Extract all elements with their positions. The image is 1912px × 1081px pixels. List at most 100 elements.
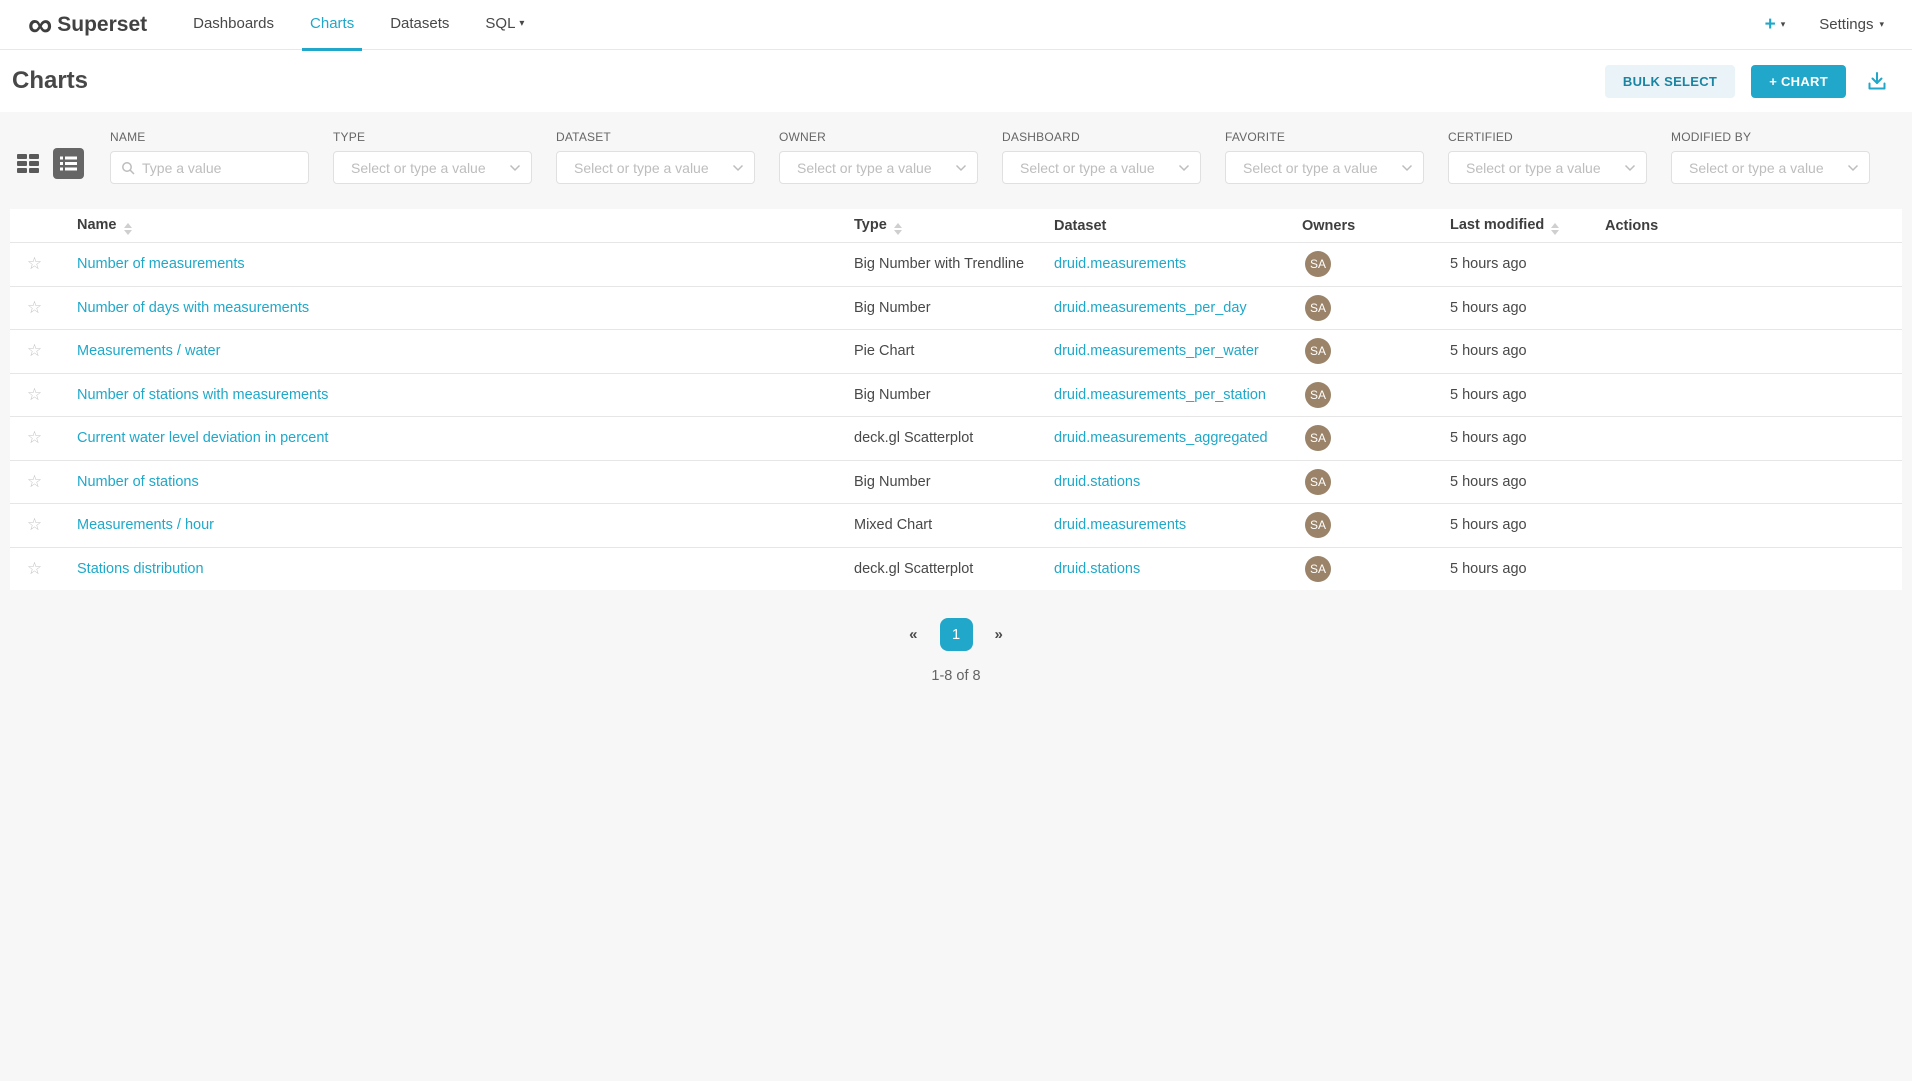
sort-icon[interactable] — [894, 223, 902, 235]
filter-input[interactable]: Select or type a value — [333, 151, 532, 184]
favorite-star-icon[interactable]: ☆ — [27, 341, 42, 360]
chart-type: Mixed Chart — [854, 517, 932, 533]
nav-item[interactable]: Charts — [292, 0, 372, 50]
dataset-link[interactable]: druid.measurements — [1054, 256, 1186, 272]
last-modified: 5 hours ago — [1450, 300, 1527, 316]
chevron-down-icon — [1624, 164, 1636, 172]
favorite-star-icon[interactable]: ☆ — [27, 559, 42, 578]
pagination-prev-button[interactable]: « — [901, 622, 925, 647]
filter-input[interactable]: Select or type a value — [1002, 151, 1201, 184]
nav-item-label: Dashboards — [193, 15, 274, 32]
column-header-owners: Owners — [1302, 218, 1450, 234]
dataset-link[interactable]: druid.measurements_per_station — [1054, 387, 1266, 403]
card-view-icon[interactable] — [17, 154, 39, 173]
filter-placeholder: Select or type a value — [1020, 160, 1155, 176]
owner-avatar: SA — [1305, 469, 1331, 495]
table-row: ☆ Number of measurements Big Number with… — [10, 242, 1902, 286]
page-title: Charts — [12, 67, 88, 95]
filter-input[interactable]: Select or type a value — [556, 151, 755, 184]
chart-name-link[interactable]: Measurements / hour — [77, 517, 214, 533]
table-row: ☆ Stations distribution deck.gl Scatterp… — [10, 547, 1902, 591]
table-row: ☆ Measurements / hour Mixed Chart druid.… — [10, 503, 1902, 547]
filter-input[interactable]: Select or type a value — [779, 151, 978, 184]
chart-type: Big Number — [854, 300, 931, 316]
chart-name-link[interactable]: Number of stations with measurements — [77, 387, 328, 403]
new-item-menu[interactable]: + ▾ — [1765, 14, 1786, 36]
dataset-link[interactable]: druid.stations — [1054, 474, 1140, 490]
caret-down-icon: ▾ — [1781, 19, 1786, 30]
column-header-type[interactable]: Type — [854, 217, 1054, 235]
last-modified: 5 hours ago — [1450, 561, 1527, 577]
filter-label: CERTIFIED — [1448, 130, 1647, 144]
nav-item[interactable]: Dashboards — [175, 0, 292, 50]
filter-placeholder: Select or type a value — [1243, 160, 1378, 176]
pagination-next-button[interactable]: » — [987, 622, 1011, 647]
favorite-star-icon[interactable]: ☆ — [27, 298, 42, 317]
download-icon — [1866, 70, 1888, 92]
nav-item[interactable]: Datasets — [372, 0, 467, 50]
caret-down-icon: ▾ — [1879, 19, 1884, 30]
dataset-link[interactable]: druid.measurements_per_day — [1054, 300, 1247, 316]
pagination-page-1[interactable]: 1 — [940, 618, 973, 651]
chart-name-link[interactable]: Number of measurements — [77, 256, 245, 272]
filter-input[interactable]: Select or type a value — [1448, 151, 1647, 184]
chart-name-link[interactable]: Current water level deviation in percent — [77, 430, 328, 446]
sort-icon[interactable] — [1551, 223, 1559, 235]
favorite-star-icon[interactable]: ☆ — [27, 428, 42, 447]
table-row: ☆ Measurements / water Pie Chart druid.m… — [10, 329, 1902, 373]
add-chart-button[interactable]: + CHART — [1751, 65, 1846, 98]
chart-name-link[interactable]: Stations distribution — [77, 561, 204, 577]
chart-name-link[interactable]: Number of stations — [77, 474, 199, 490]
filter-placeholder: Select or type a value — [1689, 160, 1824, 176]
navbar: ∞ Superset Dashboards Charts Datasets SQ… — [0, 0, 1912, 50]
chart-type: deck.gl Scatterplot — [854, 561, 973, 577]
chart-type: Big Number with Trendline — [854, 256, 1024, 272]
filter-placeholder: Select or type a value — [351, 160, 486, 176]
dataset-link[interactable]: druid.measurements_aggregated — [1054, 430, 1268, 446]
chart-name-link[interactable]: Number of days with measurements — [77, 300, 309, 316]
list-view-icon[interactable] — [53, 148, 84, 179]
chevron-down-icon — [955, 164, 967, 172]
owner-avatar: SA — [1305, 512, 1331, 538]
filter-placeholder: Select or type a value — [1466, 160, 1601, 176]
last-modified: 5 hours ago — [1450, 517, 1527, 533]
owner-avatar: SA — [1305, 556, 1331, 582]
settings-menu[interactable]: Settings ▾ — [1819, 16, 1884, 33]
table-row: ☆ Number of days with measurements Big N… — [10, 286, 1902, 330]
filter: TYPE Select or type a value — [333, 130, 532, 184]
superset-logo-icon: ∞ — [28, 0, 50, 50]
sort-icon[interactable] — [124, 223, 132, 235]
chart-name-link[interactable]: Measurements / water — [77, 343, 220, 359]
chart-type: Big Number — [854, 387, 931, 403]
filter-input[interactable]: Select or type a value — [1225, 151, 1424, 184]
dataset-link[interactable]: druid.stations — [1054, 561, 1140, 577]
favorite-star-icon[interactable]: ☆ — [27, 472, 42, 491]
filter-placeholder: Select or type a value — [574, 160, 709, 176]
table-row: ☆ Number of stations with measurements B… — [10, 373, 1902, 417]
bulk-select-button[interactable]: BULK SELECT — [1605, 65, 1735, 98]
filter-input[interactable]: Select or type a value — [1671, 151, 1870, 184]
nav-item[interactable]: SQL▾ — [467, 0, 542, 50]
dataset-link[interactable]: druid.measurements_per_water — [1054, 343, 1259, 359]
last-modified: 5 hours ago — [1450, 430, 1527, 446]
filter-label: OWNER — [779, 130, 978, 144]
column-header-last-modified[interactable]: Last modified — [1450, 217, 1605, 235]
chart-type: Pie Chart — [854, 343, 914, 359]
favorite-star-icon[interactable]: ☆ — [27, 515, 42, 534]
import-charts-button[interactable] — [1862, 70, 1892, 92]
column-header-actions: Actions — [1605, 218, 1902, 234]
table-row: ☆ Number of stations Big Number druid.st… — [10, 460, 1902, 504]
favorite-star-icon[interactable]: ☆ — [27, 385, 42, 404]
favorite-star-icon[interactable]: ☆ — [27, 254, 42, 273]
nav-item-label: Datasets — [390, 15, 449, 32]
filter-input[interactable]: Type a value — [110, 151, 309, 184]
filter: DASHBOARD Select or type a value — [1002, 130, 1201, 184]
column-header-name[interactable]: Name — [67, 217, 854, 235]
chevron-down-icon — [1401, 164, 1413, 172]
dataset-link[interactable]: druid.measurements — [1054, 517, 1186, 533]
filter-label: DATASET — [556, 130, 755, 144]
chevron-down-icon — [1847, 164, 1859, 172]
chevron-down-icon — [509, 164, 521, 172]
brand-name[interactable]: Superset — [57, 13, 147, 37]
chevron-down-icon — [1178, 164, 1190, 172]
